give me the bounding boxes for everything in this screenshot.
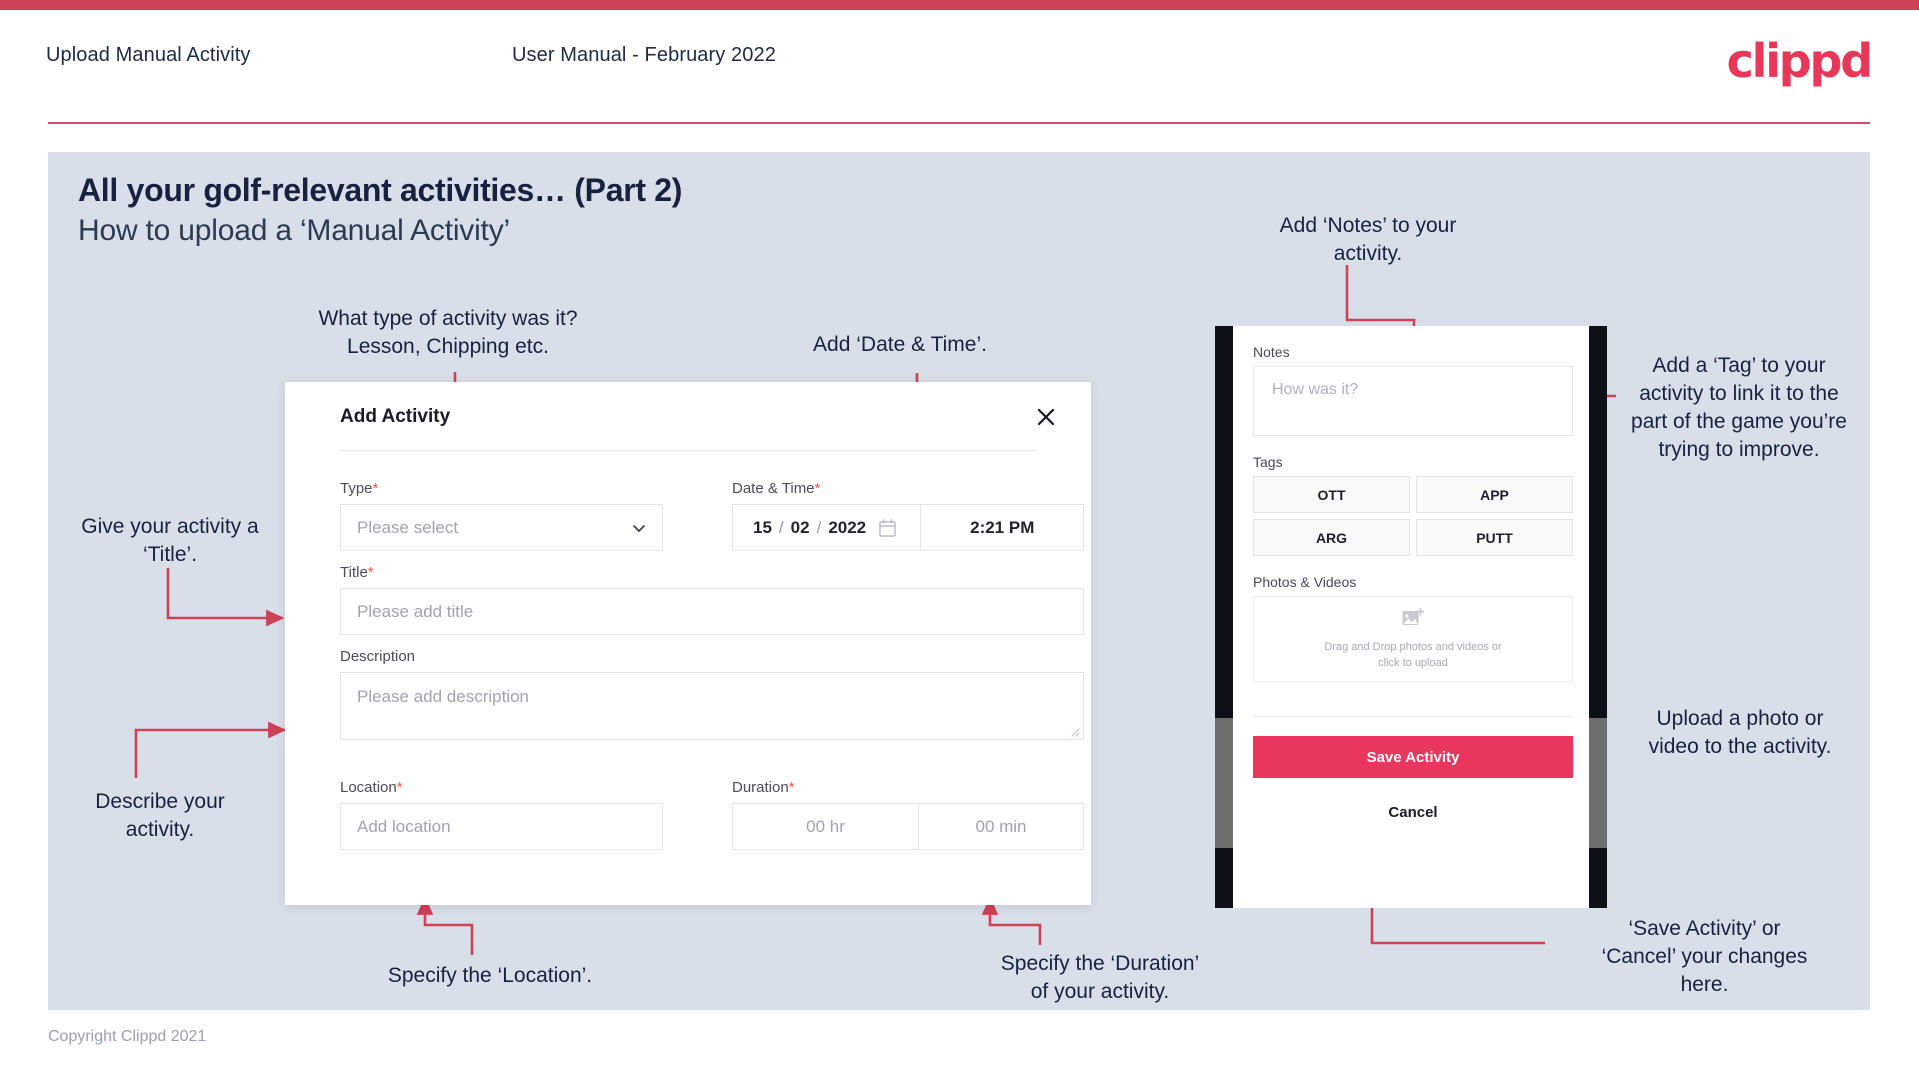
annotation-duration-line1: Specify the ‘Duration’: [1000, 952, 1200, 975]
location-label: Location*: [340, 779, 403, 796]
header-divider: [48, 122, 1870, 124]
close-icon[interactable]: [1029, 400, 1063, 434]
annotation-notes-line2: activity.: [1333, 242, 1403, 265]
tag-button-ott[interactable]: OTT: [1253, 476, 1410, 513]
annotation-duration: Specify the ‘Duration’ of your activity.: [950, 950, 1250, 1006]
tag-button-app[interactable]: APP: [1416, 476, 1573, 513]
annotation-upload: Upload a photo or video to the activity.: [1620, 705, 1860, 761]
dialog-divider: [340, 450, 1036, 451]
type-placeholder: Please select: [357, 517, 459, 537]
annotation-type-line2: Lesson, Chipping etc.: [347, 335, 549, 358]
required-mark-title: *: [367, 564, 374, 581]
resize-grip-icon[interactable]: [1070, 727, 1080, 737]
dropzone-line2: click to upload: [1378, 656, 1448, 669]
annotation-location: Specify the ‘Location’.: [387, 964, 593, 987]
mobile-mockup: Notes How was it? Tags OTT APP ARG PUTT …: [1215, 326, 1607, 908]
date-sep-1: /: [778, 517, 784, 537]
photo-dropzone[interactable]: Drag and Drop photos and videos or click…: [1253, 596, 1573, 682]
type-label: Type*: [340, 480, 379, 497]
dropzone-text: Drag and Drop photos and videos or click…: [1324, 639, 1501, 671]
title-placeholder: Please add title: [357, 601, 474, 621]
duration-field: 00 hr 00 min: [732, 803, 1084, 850]
close-glyph: [1037, 408, 1055, 426]
date-year: 2022: [828, 517, 867, 537]
notes-placeholder: How was it?: [1272, 381, 1359, 398]
annotation-datetime: Add ‘Date & Time’.: [813, 333, 987, 356]
dialog-header: Add Activity: [285, 382, 1091, 448]
duration-label: Duration*: [732, 779, 795, 796]
calendar-icon[interactable]: [879, 518, 896, 537]
date-input[interactable]: 15 / 02 / 2022: [733, 505, 922, 550]
dropzone-line1: Drag and Drop photos and videos or: [1324, 640, 1502, 653]
annotation-title-line1: Give your activity a: [81, 515, 259, 538]
add-image-icon: [1402, 607, 1424, 625]
required-mark-datetime: *: [814, 480, 821, 497]
annotation-type-line1: What type of activity was it?: [318, 307, 578, 330]
duration-minutes-input[interactable]: 00 min: [919, 804, 1083, 849]
title-label: Title*: [340, 564, 374, 581]
annotation-describe: Describe your activity.: [40, 788, 280, 844]
slide-page: Upload Manual Activity User Manual - Feb…: [0, 0, 1919, 1079]
description-placeholder: Please add description: [357, 687, 530, 706]
datetime-label: Date & Time*: [732, 480, 821, 497]
save-activity-button[interactable]: Save Activity: [1253, 736, 1573, 778]
phone-frame-right-segment: [1589, 718, 1607, 848]
annotation-save-line1: ‘Save Activity’ or: [1628, 917, 1781, 940]
notes-input[interactable]: How was it?: [1253, 366, 1573, 436]
annotation-title: Give your activity a ‘Title’.: [40, 513, 300, 569]
time-input[interactable]: 2:21 PM: [921, 505, 1083, 550]
date-sep-2: /: [816, 517, 822, 537]
header-title: Upload Manual Activity: [46, 44, 251, 66]
add-activity-dialog: Add Activity Type* Please select Date & …: [285, 382, 1091, 905]
tags-label: Tags: [1253, 454, 1283, 470]
required-mark: *: [372, 480, 379, 497]
date-day: 15: [753, 517, 772, 537]
annotation-type: What type of activity was it? Lesson, Ch…: [298, 305, 598, 361]
annotation-upload-line2: video to the activity.: [1648, 735, 1832, 758]
required-mark-duration: *: [788, 779, 795, 796]
description-textarea[interactable]: Please add description: [340, 672, 1084, 740]
notes-label: Notes: [1253, 344, 1290, 360]
annotation-save-line3: here.: [1680, 973, 1729, 996]
required-mark-location: *: [396, 779, 403, 796]
tag-button-arg[interactable]: ARG: [1253, 519, 1410, 556]
photos-label: Photos & Videos: [1253, 574, 1357, 590]
annotation-title-line2: ‘Title’.: [142, 543, 198, 566]
phone-screen: Notes How was it? Tags OTT APP ARG PUTT …: [1233, 326, 1589, 908]
annotation-describe-line1: Describe your: [95, 790, 225, 813]
header-subtitle: User Manual - February 2022: [512, 44, 776, 66]
chevron-down-icon: [633, 524, 645, 532]
cancel-button[interactable]: Cancel: [1253, 792, 1573, 832]
annotation-notes: Add ‘Notes’ to your activity.: [1238, 212, 1498, 268]
location-input[interactable]: Add location: [340, 803, 663, 850]
dialog-title: Add Activity: [340, 406, 451, 427]
annotation-save: ‘Save Activity’ or ‘Cancel’ your changes…: [1552, 915, 1857, 999]
annotation-save-line2: ‘Cancel’ your changes: [1601, 945, 1808, 968]
top-accent-bar: [0, 0, 1919, 10]
annotation-notes-line1: Add ‘Notes’ to your: [1279, 214, 1457, 237]
duration-hours-input[interactable]: 00 hr: [733, 804, 919, 849]
clippd-logo: clippd: [1726, 34, 1874, 88]
annotation-tag: Add a ‘Tag’ to your activity to link it …: [1631, 354, 1847, 461]
annotation-upload-line1: Upload a photo or: [1656, 707, 1824, 730]
slide-subtitle: How to upload a ‘Manual Activity’: [78, 214, 510, 247]
phone-frame-right: [1589, 326, 1607, 908]
date-month: 02: [790, 517, 810, 537]
annotation-describe-line2: activity.: [125, 818, 195, 841]
description-label: Description: [340, 648, 416, 665]
phone-frame-left-segment: [1215, 718, 1233, 848]
location-placeholder: Add location: [357, 816, 451, 836]
slide-title: All your golf-relevant activities… (Part…: [78, 172, 683, 208]
phone-frame-left: [1215, 326, 1233, 908]
footer-copyright: Copyright Clippd 2021: [48, 1028, 207, 1045]
mobile-divider: [1253, 716, 1573, 717]
type-select[interactable]: Please select: [340, 504, 663, 551]
title-input[interactable]: Please add title: [340, 588, 1084, 635]
datetime-field[interactable]: 15 / 02 / 2022 2:21 PM: [732, 504, 1084, 551]
annotation-duration-line2: of your activity.: [1030, 980, 1170, 1003]
tag-button-putt[interactable]: PUTT: [1416, 519, 1573, 556]
